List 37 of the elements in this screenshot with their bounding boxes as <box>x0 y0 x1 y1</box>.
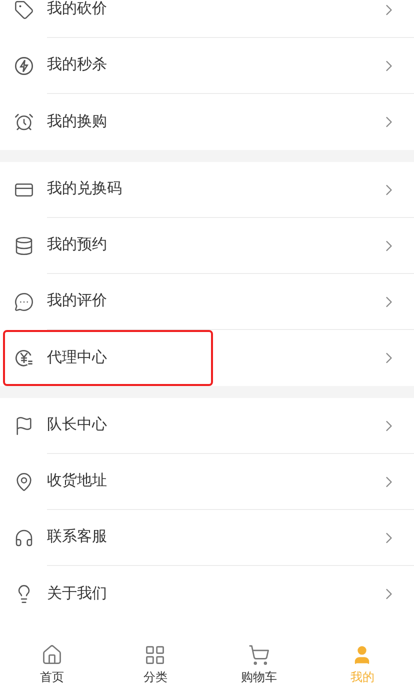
tag-icon <box>14 0 34 20</box>
menu-label: 我的砍价 <box>47 0 108 20</box>
coin-stack-icon <box>14 236 34 256</box>
comment-icon <box>14 292 34 312</box>
menu-item[interactable]: 我的预约 <box>0 218 414 274</box>
menu-item[interactable]: 我的换购 <box>0 94 414 150</box>
location-pin-icon <box>14 472 34 492</box>
menu-item[interactable]: 联系客服 <box>0 510 414 566</box>
flag-icon <box>14 416 34 436</box>
menu-item[interactable]: 代理中心 <box>0 330 414 386</box>
menu-label: 代理中心 <box>47 348 108 368</box>
grid-icon <box>144 644 166 666</box>
tab-item[interactable]: 购物车 <box>207 640 310 690</box>
menu-item[interactable]: 我的砍价 <box>0 0 414 38</box>
menu-item[interactable]: 关于我们 <box>0 566 414 622</box>
menu-item[interactable]: 我的评价 <box>0 274 414 330</box>
menu-label: 我的预约 <box>47 235 108 256</box>
menu-label: 我的换购 <box>47 112 108 132</box>
menu-label: 队长中心 <box>47 415 108 436</box>
tab-item[interactable]: 分类 <box>104 640 207 690</box>
yen-coin-icon <box>14 348 34 368</box>
menu-item[interactable]: 收货地址 <box>0 454 414 510</box>
home-icon <box>40 644 63 666</box>
menu-label: 关于我们 <box>47 584 108 604</box>
menu-item[interactable]: 我的秒杀 <box>0 38 414 94</box>
menu-item[interactable]: 队长中心 <box>0 398 414 454</box>
headphones-icon <box>14 528 34 548</box>
cart-icon <box>248 644 270 666</box>
lightning-icon <box>14 56 34 76</box>
menu-label: 我的兑换码 <box>47 179 123 200</box>
menu-label: 收货地址 <box>47 471 108 492</box>
alarm-clock-icon <box>14 112 34 132</box>
menu-label: 我的秒杀 <box>47 55 108 76</box>
menu-label: 联系客服 <box>47 527 108 548</box>
tab-item[interactable]: 首页 <box>0 640 104 690</box>
menu-label: 我的评价 <box>47 291 108 312</box>
menu-item[interactable]: 我的兑换码 <box>0 162 414 218</box>
